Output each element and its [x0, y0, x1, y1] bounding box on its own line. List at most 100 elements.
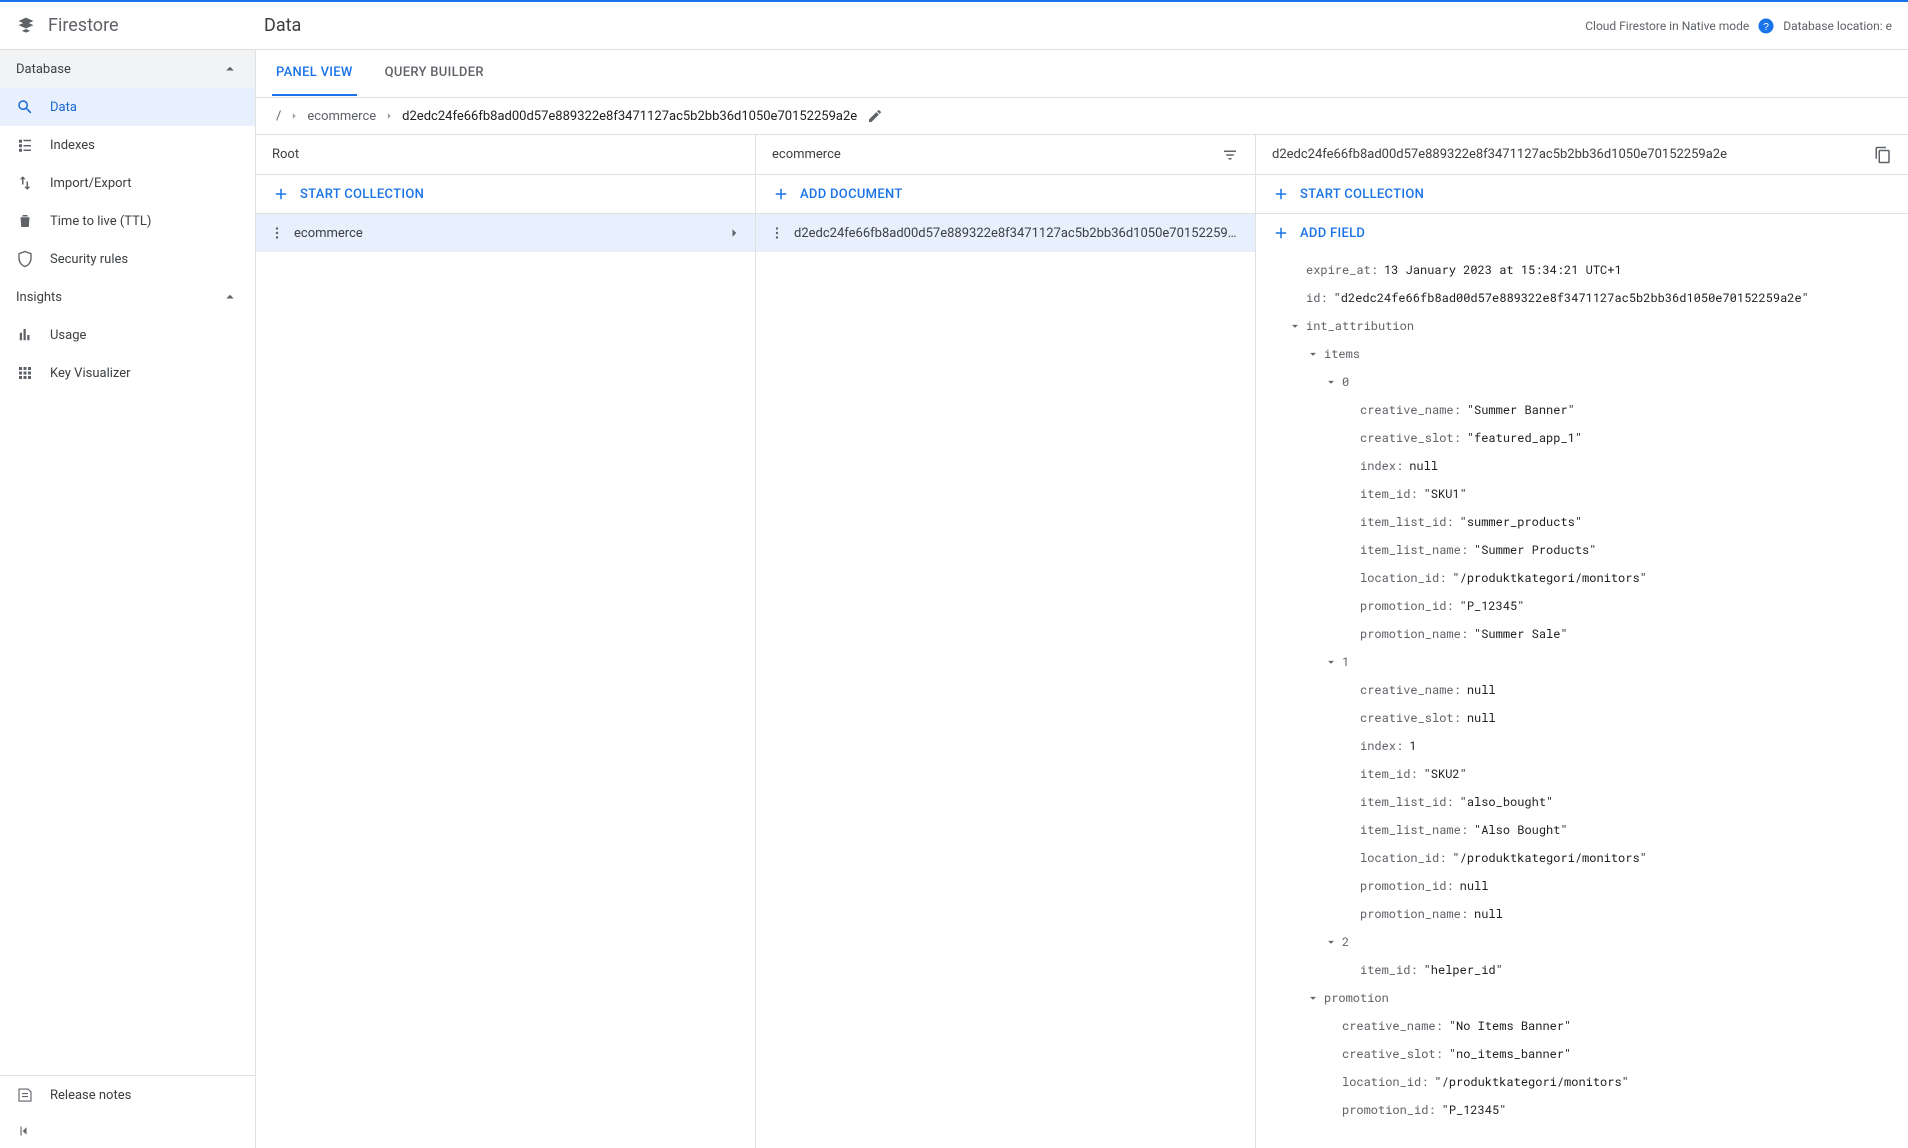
sidebar-item-data[interactable]: Data: [0, 88, 255, 126]
field-leaf[interactable]: expire_at:13 January 2023 at 15:34:21 UT…: [1256, 256, 1908, 284]
tab-query-builder[interactable]: Query builder: [381, 51, 488, 96]
sidebar-section-database[interactable]: Database: [0, 50, 255, 88]
sidebar-item-label: Key Visualizer: [50, 366, 131, 381]
field-leaf[interactable]: index:null: [1256, 452, 1908, 480]
field-leaf[interactable]: location_id:"/produktkategori/monitors": [1256, 564, 1908, 592]
more-vert-icon[interactable]: [268, 224, 286, 242]
field-key: 2: [1342, 930, 1349, 954]
plus-icon: [272, 185, 290, 203]
field-value: "d2edc24fe66fb8ad00d57e889322e8f3471127a…: [1334, 286, 1809, 310]
copy-icon[interactable]: [1874, 146, 1892, 164]
add-field-button[interactable]: Add field: [1256, 214, 1908, 252]
field-leaf[interactable]: location_id:"/produktkategori/monitors": [1256, 844, 1908, 872]
delete-icon: [16, 212, 34, 230]
caret-down-icon: [1306, 347, 1320, 361]
bar-chart-icon: [16, 326, 34, 344]
firestore-mode-text: Cloud Firestore in Native mode: [1585, 19, 1749, 33]
field-leaf[interactable]: promotion_id:"P_12345": [1256, 1096, 1908, 1124]
field-node[interactable]: 1: [1256, 648, 1908, 676]
sidebar-item-indexes[interactable]: Indexes: [0, 126, 255, 164]
field-leaf[interactable]: creative_name:"Summer Banner": [1256, 396, 1908, 424]
panel-collection: ecommerce Add document d2edc24fe66fb8ad0…: [756, 135, 1256, 1148]
sidebar-item-key-visualizer[interactable]: Key Visualizer: [0, 354, 255, 392]
field-leaf[interactable]: promotion_id:"P_12345": [1256, 592, 1908, 620]
field-key: creative_slot:: [1360, 706, 1461, 730]
more-vert-icon[interactable]: [768, 224, 786, 242]
field-leaf[interactable]: item_list_name:"Summer Products": [1256, 536, 1908, 564]
field-value: "No Items Banner": [1449, 1014, 1571, 1038]
field-value: null: [1409, 454, 1438, 478]
notes-icon: [16, 1086, 34, 1104]
pencil-icon[interactable]: [867, 108, 883, 124]
product-name: Firestore: [48, 15, 119, 36]
caret-down-icon: [1306, 991, 1320, 1005]
field-node[interactable]: items: [1256, 340, 1908, 368]
import-export-icon: [16, 174, 34, 192]
field-leaf[interactable]: item_id:"SKU2": [1256, 760, 1908, 788]
field-leaf[interactable]: index:1: [1256, 732, 1908, 760]
field-leaf[interactable]: item_list_id:"summer_products": [1256, 508, 1908, 536]
start-collection-button[interactable]: Start collection: [256, 175, 755, 214]
field-key: item_list_id:: [1360, 510, 1454, 534]
add-document-button[interactable]: Add document: [756, 175, 1255, 214]
document-row[interactable]: d2edc24fe66fb8ad00d57e889322e8f3471127ac…: [756, 214, 1255, 252]
field-leaf[interactable]: creative_name:"No Items Banner": [1256, 1012, 1908, 1040]
chevron-up-icon: [221, 60, 239, 78]
field-key: item_list_name:: [1360, 818, 1468, 842]
panel-root: Root Start collection ecommerce: [256, 135, 756, 1148]
field-leaf[interactable]: creative_name:null: [1256, 676, 1908, 704]
breadcrumb-document: d2edc24fe66fb8ad00d57e889322e8f3471127ac…: [402, 109, 857, 124]
field-key: item_list_id:: [1360, 790, 1454, 814]
field-leaf[interactable]: location_id:"/produktkategori/monitors": [1256, 1068, 1908, 1096]
caret-down-icon: [1324, 375, 1338, 389]
sidebar-item-label: Security rules: [50, 252, 128, 267]
sidebar-item-label: Time to live (TTL): [50, 214, 151, 229]
field-node[interactable]: promotion: [1256, 984, 1908, 1012]
header: Firestore Data Cloud Firestore in Native…: [0, 2, 1908, 50]
field-key: item_id:: [1360, 482, 1418, 506]
collection-row[interactable]: ecommerce: [256, 214, 755, 252]
field-leaf[interactable]: creative_slot:null: [1256, 704, 1908, 732]
field-node[interactable]: 0: [1256, 368, 1908, 396]
field-leaf[interactable]: id:"d2edc24fe66fb8ad00d57e889322e8f34711…: [1256, 284, 1908, 312]
breadcrumb-collection[interactable]: ecommerce: [307, 109, 376, 124]
sidebar-item-import-export[interactable]: Import/Export: [0, 164, 255, 202]
doc-start-collection-button[interactable]: Start collection: [1256, 175, 1908, 214]
field-value: "summer_products": [1460, 510, 1582, 534]
sidebar-item-label: Data: [50, 100, 77, 115]
indexes-icon: [16, 136, 34, 154]
plus-icon: [772, 185, 790, 203]
field-leaf[interactable]: item_list_name:"Also Bought": [1256, 816, 1908, 844]
sidebar-item-usage[interactable]: Usage: [0, 316, 255, 354]
filter-icon[interactable]: [1221, 146, 1239, 164]
row-label: ecommerce: [294, 226, 717, 241]
sidebar-item-release-notes[interactable]: Release notes: [0, 1076, 255, 1114]
plus-icon: [1272, 224, 1290, 242]
caret-down-icon: [1288, 319, 1302, 333]
sidebar-section-insights[interactable]: Insights: [0, 278, 255, 316]
field-leaf[interactable]: creative_slot:"no_items_banner": [1256, 1040, 1908, 1068]
sidebar-item-time-to-live-ttl-[interactable]: Time to live (TTL): [0, 202, 255, 240]
sidebar-item-security-rules[interactable]: Security rules: [0, 240, 255, 278]
field-key: item_list_name:: [1360, 538, 1468, 562]
field-leaf[interactable]: item_id:"helper_id": [1256, 956, 1908, 984]
action-label: Add field: [1300, 226, 1365, 241]
field-node[interactable]: int_attribution: [1256, 312, 1908, 340]
row-label: d2edc24fe66fb8ad00d57e889322e8f3471127ac…: [794, 226, 1243, 241]
field-leaf[interactable]: promotion_name:null: [1256, 900, 1908, 928]
field-leaf[interactable]: promotion_id:null: [1256, 872, 1908, 900]
collapse-sidebar-button[interactable]: [0, 1114, 255, 1148]
field-value: "SKU1": [1424, 482, 1467, 506]
sidebar-item-label: Import/Export: [50, 176, 132, 191]
page-title: Data: [264, 15, 301, 36]
tab-panel-view[interactable]: Panel view: [272, 51, 357, 96]
breadcrumb-root[interactable]: /: [276, 109, 281, 124]
field-leaf[interactable]: item_list_id:"also_bought": [1256, 788, 1908, 816]
panel-collection-title: ecommerce: [772, 147, 841, 162]
field-leaf[interactable]: promotion_name:"Summer Sale": [1256, 620, 1908, 648]
field-leaf[interactable]: creative_slot:"featured_app_1": [1256, 424, 1908, 452]
field-key: promotion_name:: [1360, 622, 1468, 646]
field-node[interactable]: 2: [1256, 928, 1908, 956]
help-icon[interactable]: ?: [1757, 17, 1775, 35]
field-leaf[interactable]: item_id:"SKU1": [1256, 480, 1908, 508]
